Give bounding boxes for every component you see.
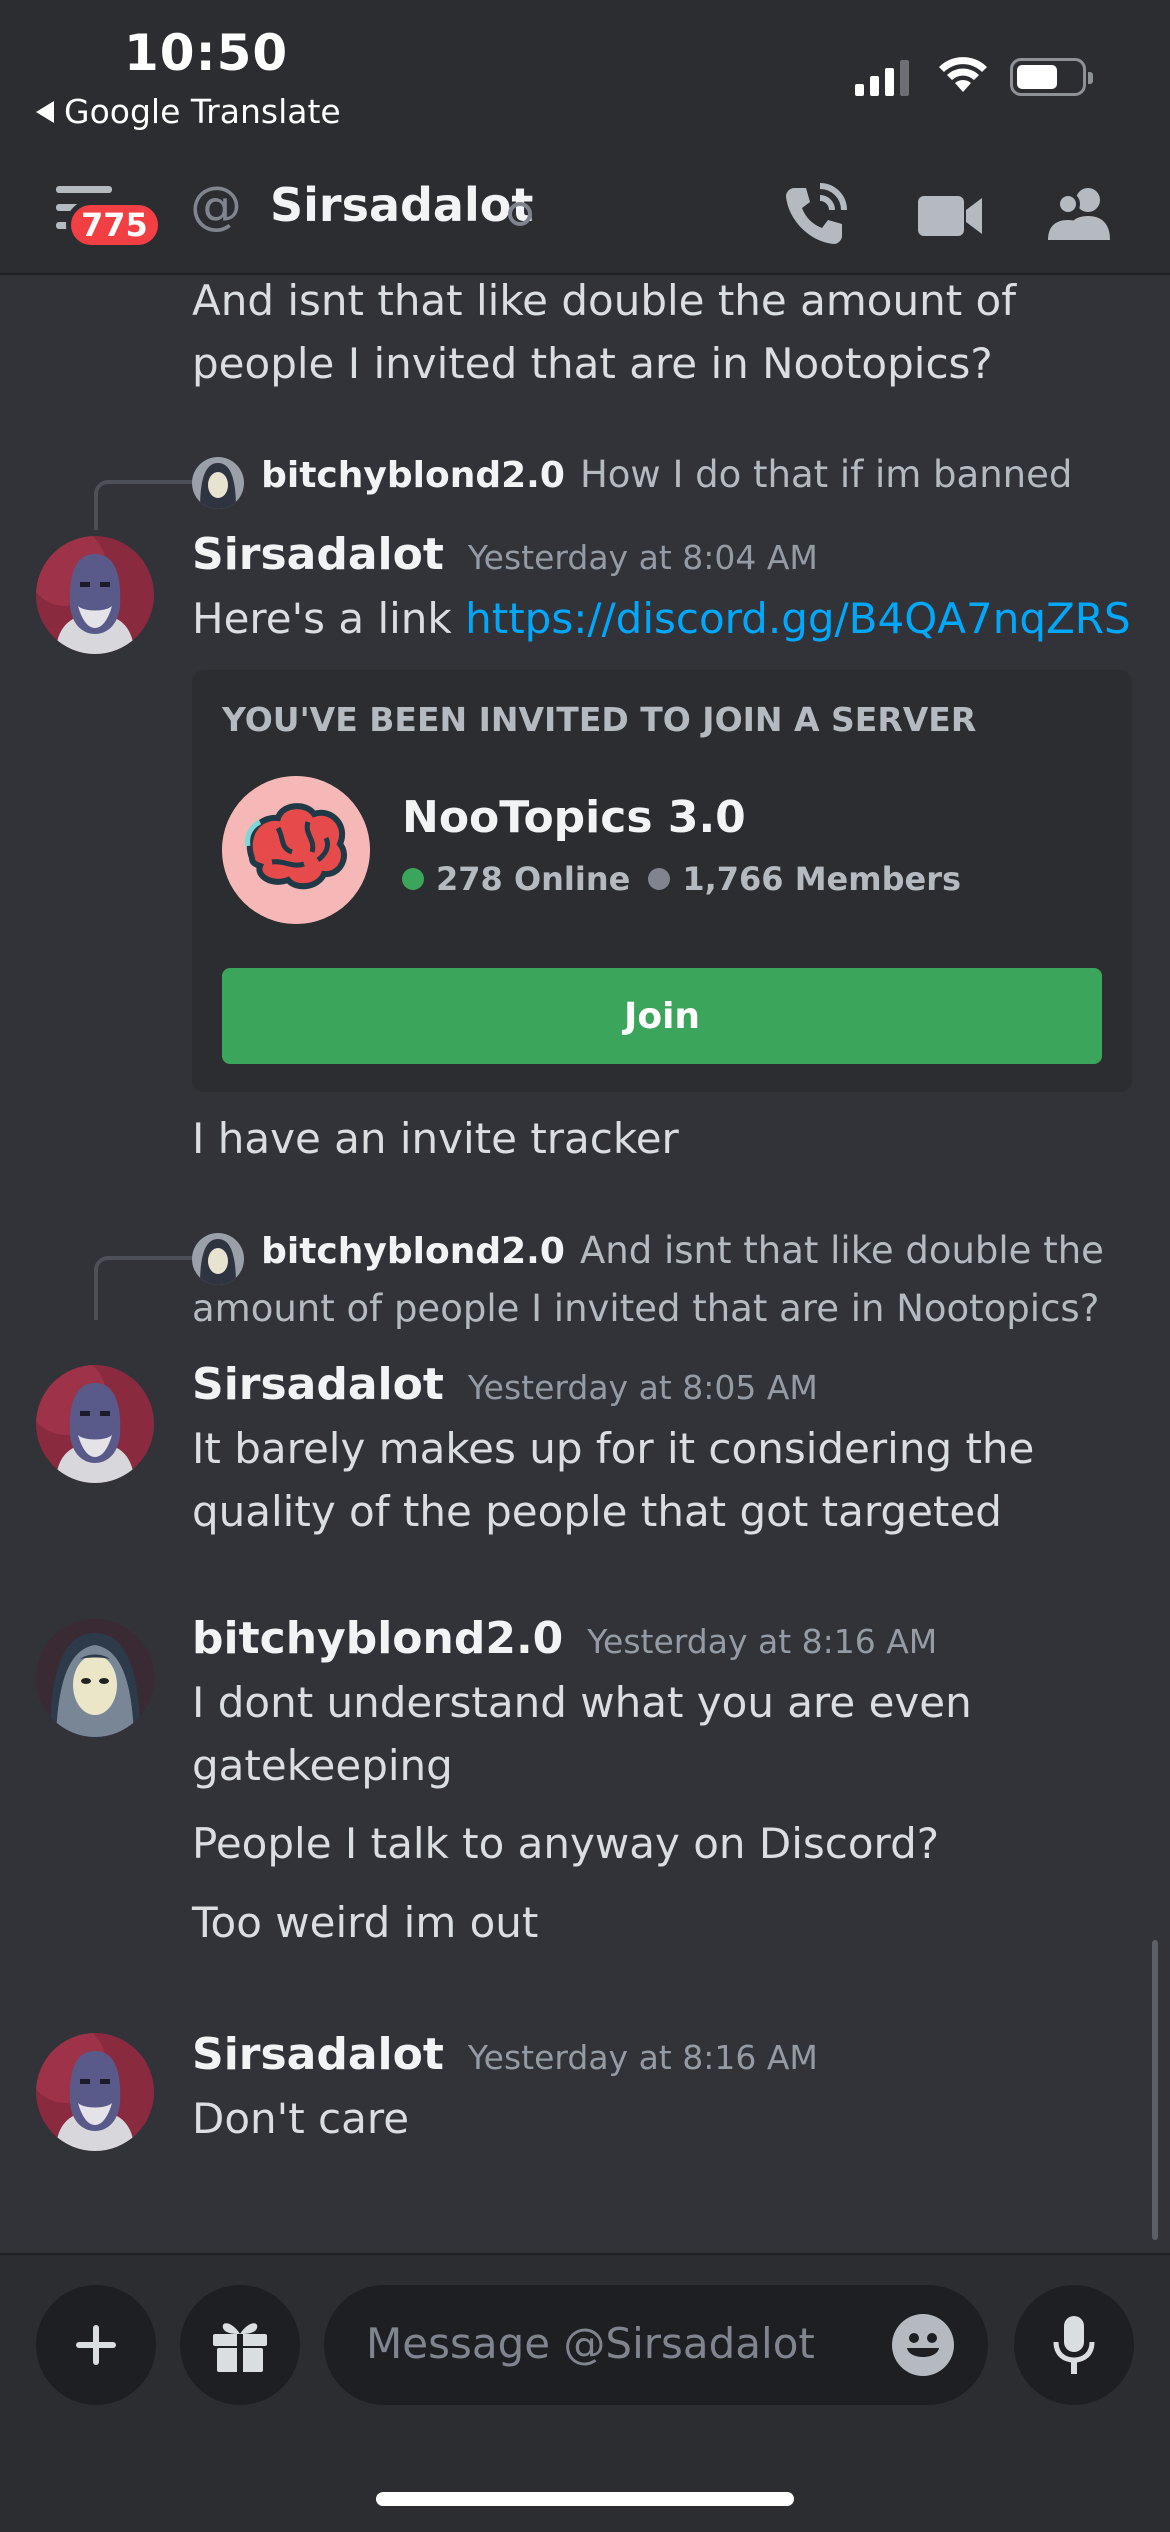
battery-icon	[1010, 58, 1093, 96]
video-call-icon[interactable]	[916, 180, 986, 250]
author-name[interactable]: Sirsadalot	[192, 529, 444, 580]
message-header: Sirsadalot Yesterday at 8:05 AM	[192, 1359, 818, 1410]
message-header: bitchyblond2.0 Yesterday at 8:16 AM	[192, 1613, 937, 1664]
back-arrow-icon	[36, 100, 54, 123]
avatar-sirsadalot[interactable]	[36, 1365, 154, 1483]
reply-avatar	[192, 1232, 244, 1285]
server-icon[interactable]	[222, 776, 370, 924]
message-text: It barely makes up for it considering th…	[192, 1424, 1035, 1473]
author-name[interactable]: bitchyblond2.0	[192, 1613, 563, 1664]
online-dot-icon	[402, 868, 424, 890]
voice-message-button[interactable]	[1014, 2285, 1134, 2405]
message-text: And isnt that like double the amount of …	[192, 277, 1017, 388]
online-count: 278 Online	[436, 860, 631, 898]
status-time: 10:50	[124, 24, 289, 82]
server-stats: 278 Online 1,766 Members	[402, 860, 961, 898]
member-count: 1,766 Members	[682, 860, 962, 898]
message-header: Sirsadalot Yesterday at 8:04 AM	[192, 529, 818, 580]
reply-text: And isnt that like double the	[579, 1229, 1104, 1272]
message-input-placeholder: Message @Sirsadalot	[366, 2319, 815, 2368]
message-text: Here's a link https://discord.gg/B4QA7nq…	[192, 587, 1131, 650]
members-dot-icon	[648, 868, 671, 890]
message-input[interactable]: Message @Sirsadalot	[324, 2285, 988, 2405]
join-server-button[interactable]: Join	[222, 968, 1102, 1064]
scrollbar[interactable]	[1152, 1940, 1158, 2240]
message-text: I dont understand what you are even	[192, 1678, 972, 1727]
message-text: People I talk to anyway on Discord?	[192, 1819, 940, 1868]
message-text: gatekeeping	[192, 1741, 453, 1790]
at-icon: @	[190, 176, 242, 236]
emoji-icon[interactable]	[892, 2314, 954, 2376]
reply-preview[interactable]: bitchyblond2.0 And isnt that like double…	[192, 1229, 1104, 1285]
server-name: NooTopics 3.0	[402, 792, 746, 843]
reply-preview[interactable]: bitchyblond2.0 How I do that if im banne…	[192, 453, 1072, 509]
gift-icon	[213, 2323, 267, 2372]
reply-author: bitchyblond2.0	[261, 1231, 565, 1272]
message-timestamp: Yesterday at 8:16 AM	[587, 1622, 938, 1661]
plus-icon	[76, 2325, 116, 2365]
voice-call-icon[interactable]	[780, 180, 850, 250]
offline-status-icon	[508, 202, 532, 226]
unread-badge: 775	[66, 200, 163, 250]
reply-author: bitchyblond2.0	[261, 455, 565, 496]
wifi-icon	[939, 57, 987, 92]
avatar-sirsadalot[interactable]	[36, 2033, 154, 2151]
message-timestamp: Yesterday at 8:05 AM	[467, 1368, 818, 1407]
microphone-icon	[1053, 2316, 1095, 2374]
reply-text-continued: amount of people I invited that are in N…	[192, 1287, 1100, 1330]
message-text: Too weird im out	[192, 1898, 539, 1947]
reply-connector	[94, 480, 194, 530]
message-text: Don't care	[192, 2094, 410, 2143]
invite-header: YOU'VE BEEN INVITED TO JOIN A SERVER	[222, 700, 977, 739]
author-name[interactable]: Sirsadalot	[192, 1359, 444, 1410]
avatar-bitchyblond[interactable]	[36, 1619, 154, 1737]
dm-title[interactable]: Sirsadalot	[270, 178, 533, 232]
message-timestamp: Yesterday at 8:16 AM	[467, 2038, 818, 2077]
message-text: quality of the people that got targeted	[192, 1487, 1002, 1536]
avatar-sirsadalot[interactable]	[36, 536, 154, 654]
reply-avatar	[192, 456, 244, 509]
dm-header: 775 @ Sirsadalot	[0, 160, 1170, 275]
reply-text: How I do that if im banned	[579, 453, 1073, 496]
message-timestamp: Yesterday at 8:04 AM	[467, 538, 818, 577]
message-list[interactable]: And isnt that like double the amount of …	[0, 277, 1170, 2253]
back-to-app-link[interactable]: Google Translate	[36, 92, 341, 131]
add-attachment-button[interactable]	[36, 2285, 156, 2405]
status-bar: 10:50 Google Translate	[0, 0, 1170, 160]
back-app-label: Google Translate	[64, 92, 341, 131]
members-icon[interactable]	[1044, 180, 1116, 250]
gift-button[interactable]	[180, 2285, 300, 2405]
message-text: I have an invite tracker	[192, 1114, 679, 1163]
home-indicator[interactable]	[376, 2492, 794, 2506]
invite-link[interactable]: https://discord.gg/B4QA7nqZRS	[465, 594, 1131, 643]
message-text-prefix: Here's a link	[192, 594, 466, 643]
reply-connector	[94, 1256, 194, 1320]
message-composer: Message @Sirsadalot	[0, 2253, 1170, 2532]
cellular-signal-icon	[855, 58, 909, 96]
server-invite-card: YOU'VE BEEN INVITED TO JOIN A SERVER Noo…	[192, 670, 1132, 1092]
message-header: Sirsadalot Yesterday at 8:16 AM	[192, 2029, 818, 2080]
author-name[interactable]: Sirsadalot	[192, 2029, 444, 2080]
